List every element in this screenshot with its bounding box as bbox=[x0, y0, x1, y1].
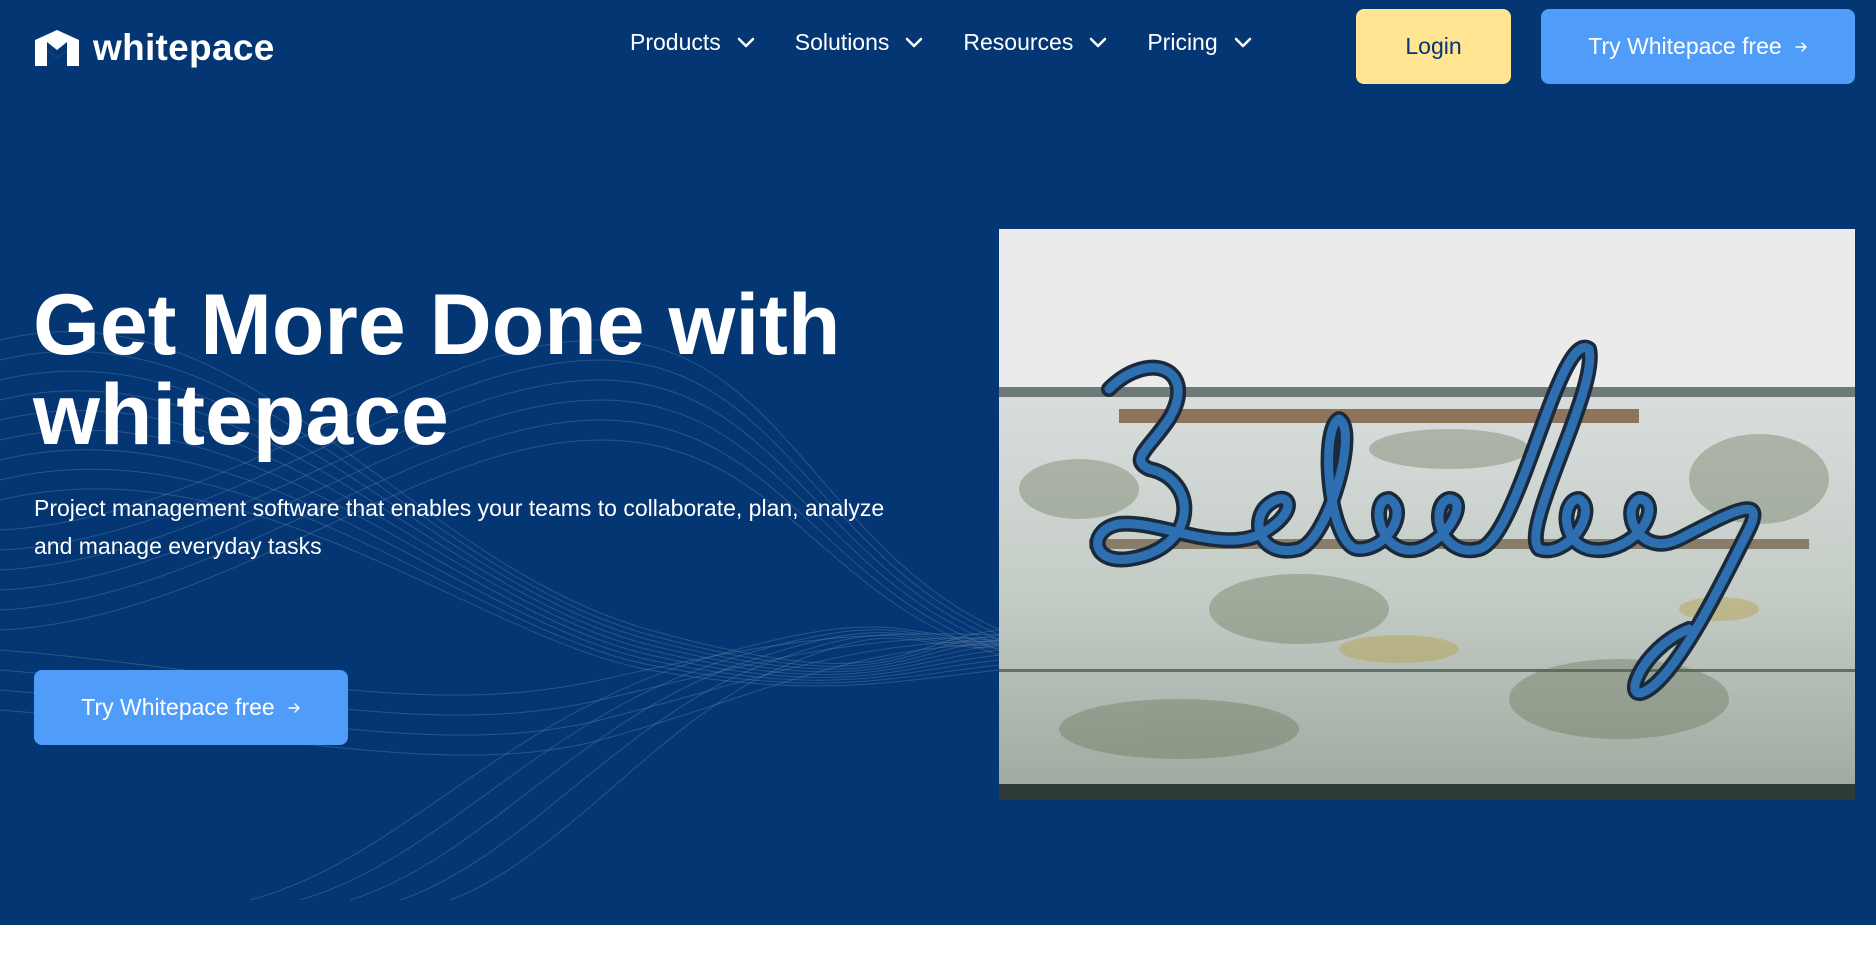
arrow-right-icon bbox=[1795, 41, 1807, 52]
next-section bbox=[0, 925, 1876, 953]
whitepace-logo-icon bbox=[35, 30, 79, 66]
nav-item-label: Resources bbox=[963, 29, 1074, 55]
hero-subtitle-line2: and manage everyday tasks bbox=[34, 533, 322, 559]
nav-item-label: Pricing bbox=[1147, 29, 1218, 55]
arrow-right-icon bbox=[288, 702, 300, 713]
try-free-label: Try Whitepace free bbox=[81, 694, 275, 720]
site-header: whitepace Products Solutions Resources P… bbox=[0, 0, 1876, 92]
try-free-hero-button[interactable]: Try Whitepace free bbox=[34, 670, 348, 745]
nav-item-products[interactable]: Products bbox=[630, 29, 755, 56]
chevron-down-icon bbox=[1090, 37, 1107, 47]
chevron-down-icon bbox=[737, 37, 755, 47]
nav-item-resources[interactable]: Resources bbox=[963, 29, 1107, 56]
hero-subtitle: Project management software that enables… bbox=[34, 489, 914, 565]
hero-subtitle-line1: Project management software that enables… bbox=[34, 495, 885, 521]
hero-headline-line1: Get More Done with bbox=[33, 277, 841, 373]
hero-headline: Get More Done with whitepace bbox=[33, 280, 953, 460]
login-button[interactable]: Login bbox=[1356, 9, 1511, 84]
neon-sign-photo bbox=[999, 229, 1855, 800]
nav-item-label: Products bbox=[630, 29, 721, 55]
hero-image bbox=[999, 229, 1855, 800]
brand-logo[interactable]: whitepace bbox=[33, 27, 275, 69]
nav-item-pricing[interactable]: Pricing bbox=[1147, 29, 1251, 56]
hero-section: whitepace Products Solutions Resources P… bbox=[0, 0, 1876, 925]
main-nav: Products Solutions Resources Pricing bbox=[630, 29, 1292, 56]
hero-headline-line2: whitepace bbox=[33, 367, 449, 463]
brand-name: whitepace bbox=[93, 27, 275, 68]
chevron-down-icon bbox=[906, 37, 923, 47]
nav-item-solutions[interactable]: Solutions bbox=[795, 29, 924, 56]
try-free-header-button[interactable]: Try Whitepace free bbox=[1541, 9, 1855, 84]
chevron-down-icon bbox=[1234, 37, 1251, 47]
nav-item-label: Solutions bbox=[794, 29, 890, 55]
try-free-label: Try Whitepace free bbox=[1588, 33, 1782, 59]
